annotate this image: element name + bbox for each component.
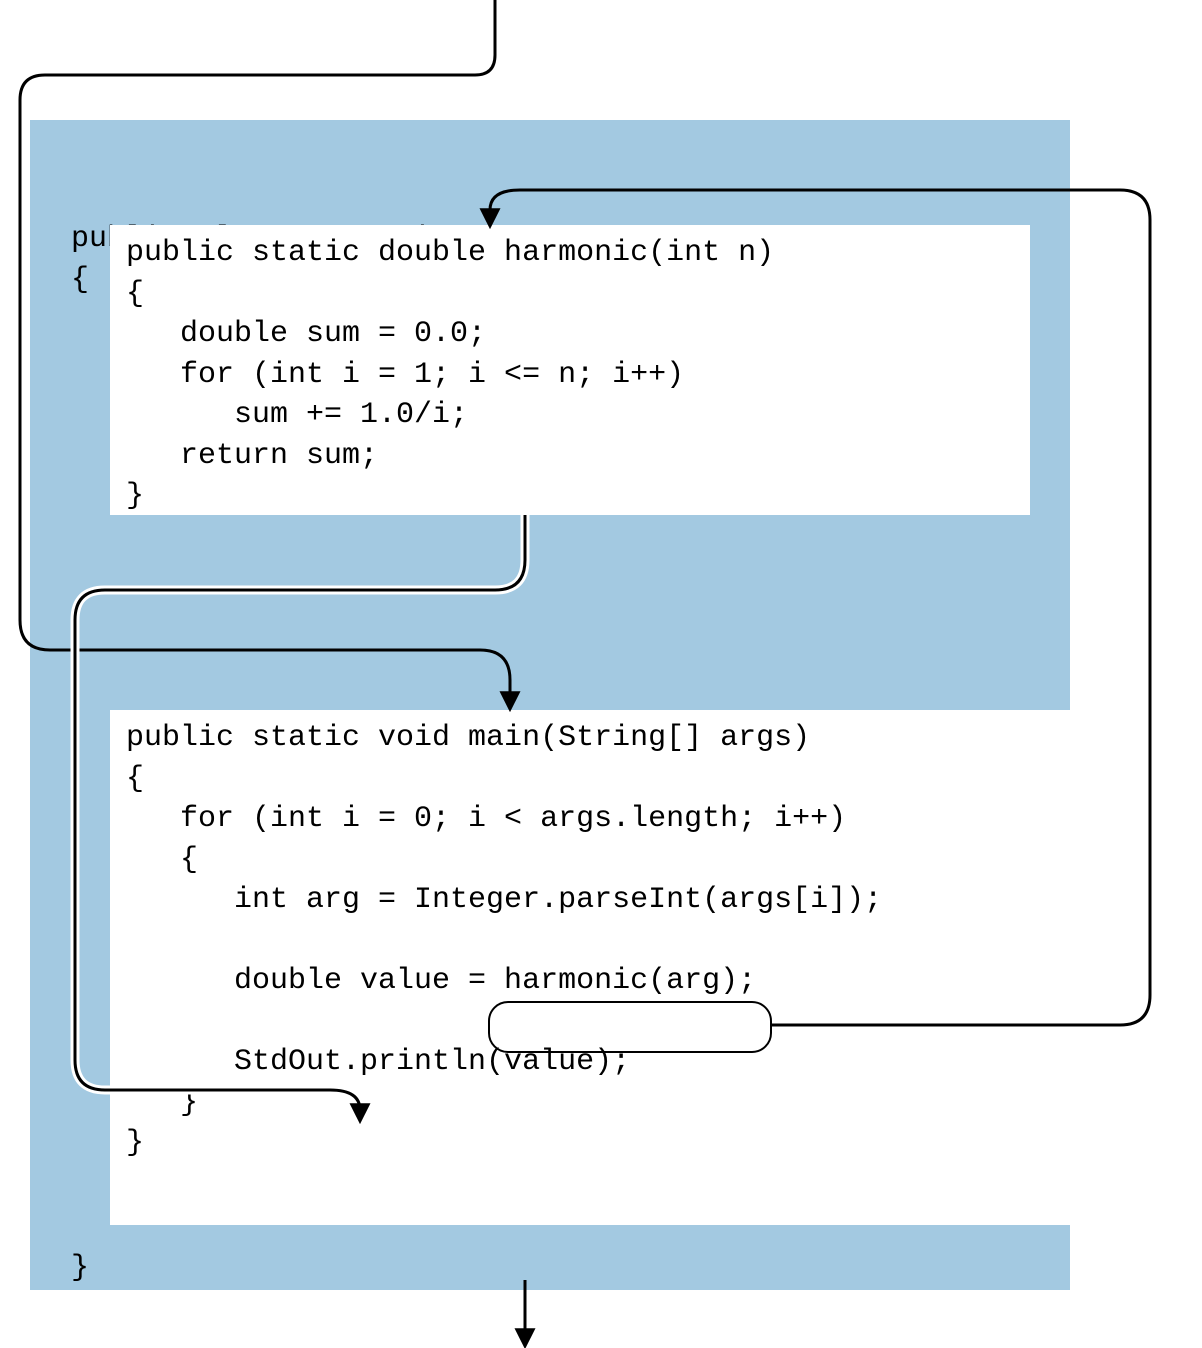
main-method-box: public static void main(String[] args) {… [110,710,1070,1225]
main-method-code: public static void main(String[] args) {… [110,710,1070,1172]
harmonic-method-code: public static double harmonic(int n) { d… [110,225,1030,525]
class-close-brace: } [55,1240,105,1297]
diagram-stage: public class Harmonic { public static do… [0,0,1202,1348]
harmonic-call-highlight [488,1001,772,1053]
harmonic-method-box: public static double harmonic(int n) { d… [110,225,1030,515]
